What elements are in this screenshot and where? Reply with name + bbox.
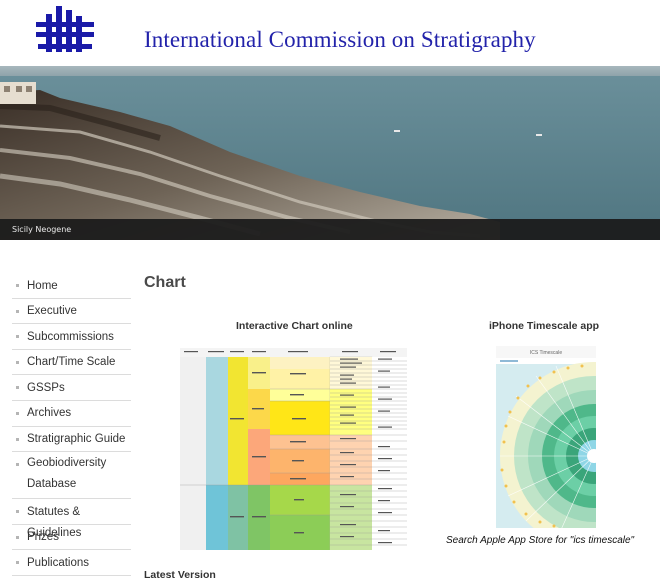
sidebar-item-stratigraphic-guide[interactable]: Stratigraphic Guide xyxy=(12,427,131,453)
ics-logo[interactable] xyxy=(34,4,96,56)
sidebar-item-label[interactable]: Prizes xyxy=(12,527,131,548)
banner-image xyxy=(0,66,660,240)
banner-caption-bar xyxy=(0,219,660,240)
sidebar-item-geobiodiversity-database[interactable]: Geobiodiversity Database xyxy=(12,452,131,500)
bullet-icon xyxy=(16,535,19,539)
bullet-icon xyxy=(16,561,19,565)
sidebar-item-home[interactable]: Home xyxy=(12,273,131,299)
sidebar-item-label[interactable]: Stratigraphic Guide xyxy=(12,429,131,450)
sidebar-item-chart-time-scale[interactable]: Chart/Time Scale xyxy=(12,350,131,376)
sidebar-item-publications[interactable]: Publications xyxy=(12,550,131,576)
page-title: Chart xyxy=(144,274,186,291)
bullet-icon xyxy=(16,463,19,467)
bullet-icon xyxy=(16,284,19,287)
bullet-icon xyxy=(16,386,19,390)
iphone-app-heading: iPhone Timescale app xyxy=(489,320,600,332)
bullet-icon xyxy=(16,411,19,415)
sidebar-item-statutes-guidelines[interactable]: Statutes & Guidelines xyxy=(12,499,131,539)
sidebar-item-archives[interactable]: Archives xyxy=(12,401,131,427)
iphone-app-screenshot[interactable]: ICS Timescale xyxy=(496,346,596,528)
sidebar-item-gssps[interactable]: GSSPs xyxy=(12,375,131,401)
bullet-icon xyxy=(16,437,19,441)
sidebar-item-label[interactable]: Executive xyxy=(12,301,131,322)
site-title[interactable]: International Commission on Stratigraphy xyxy=(144,27,536,53)
bullet-icon xyxy=(16,510,19,514)
bullet-icon xyxy=(16,335,19,339)
site-header: International Commission on Stratigraphy xyxy=(0,0,660,66)
sidebar-item-prizes[interactable]: Prizes xyxy=(12,525,131,551)
sidebar-nav: Home Executive Subcommissions Chart/Time… xyxy=(12,273,134,576)
bullet-icon xyxy=(16,309,19,313)
stratigraphic-chart-thumbnail[interactable] xyxy=(180,348,407,550)
sidebar-item-subcommissions[interactable]: Subcommissions xyxy=(12,324,131,350)
latest-version-heading: Latest Version xyxy=(144,569,216,581)
app-screen-title: ICS Timescale xyxy=(530,350,562,356)
sidebar-item-label[interactable]: Archives xyxy=(12,403,131,424)
sidebar-item-label[interactable]: Subcommissions xyxy=(12,327,131,348)
sidebar-item-executive[interactable]: Executive xyxy=(12,299,131,325)
interactive-chart-heading: Interactive Chart online xyxy=(236,320,353,332)
sidebar-item-label[interactable]: Chart/Time Scale xyxy=(12,352,131,373)
bullet-icon xyxy=(16,360,19,364)
app-store-caption: Search Apple App Store for "ics timescal… xyxy=(446,535,635,546)
sidebar-item-label[interactable]: Geobiodiversity Database xyxy=(12,453,131,495)
sidebar-item-label[interactable]: GSSPs xyxy=(12,378,131,399)
sidebar-item-label[interactable]: Publications xyxy=(12,553,131,574)
sidebar-item-label[interactable]: Home xyxy=(12,276,131,297)
banner-caption: Sicily Neogene xyxy=(12,225,72,234)
